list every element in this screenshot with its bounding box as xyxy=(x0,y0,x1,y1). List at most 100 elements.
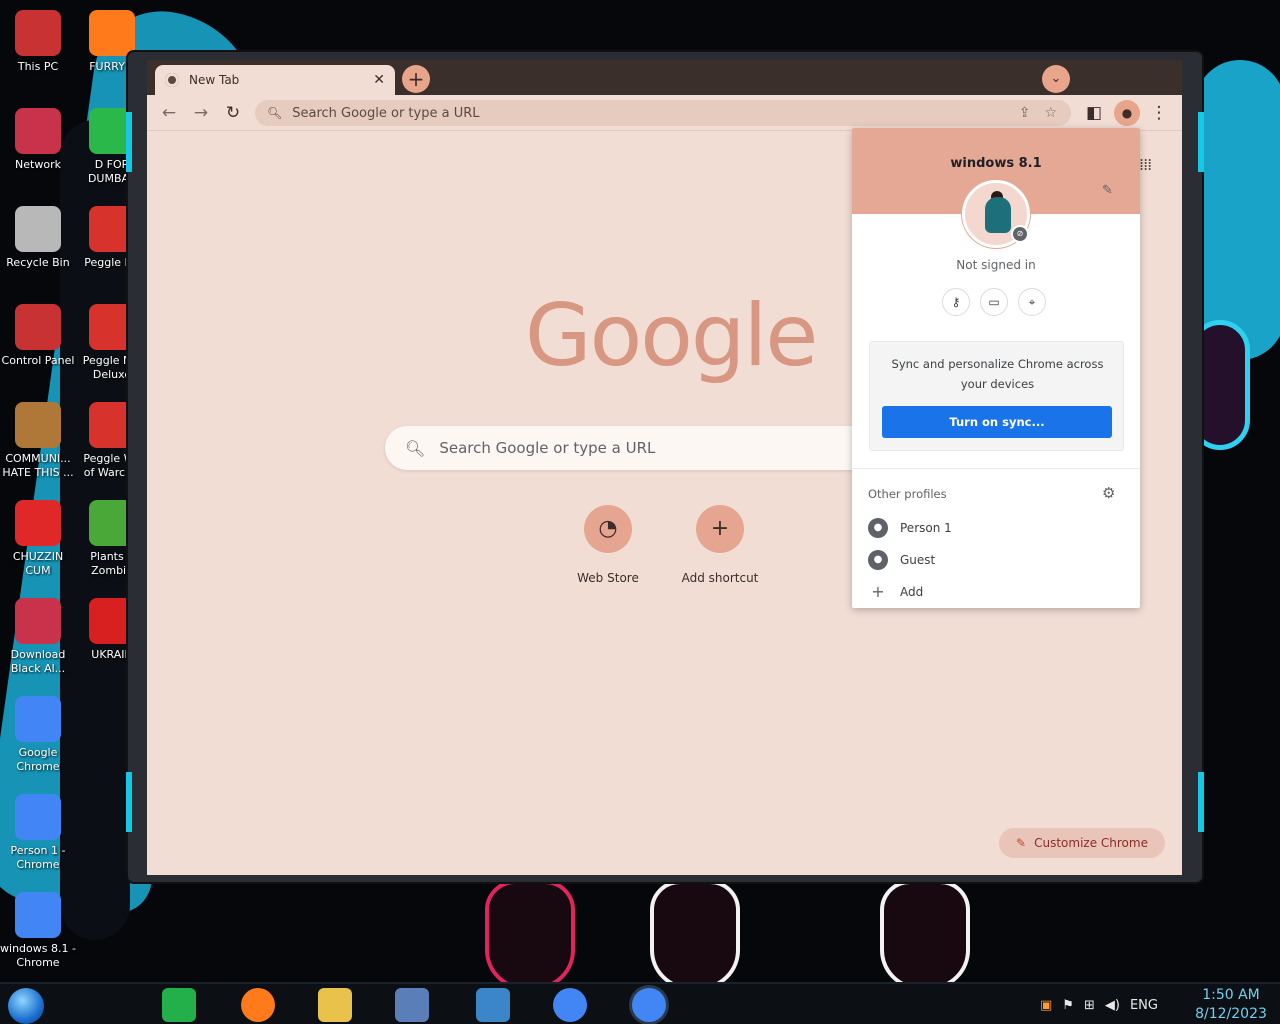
plus-icon: + xyxy=(871,582,885,601)
profile-menu: windows 8.1 ✎ ⊘ Not signed in ⚷ ▭ ⌖ Sync… xyxy=(852,128,1140,608)
taskbar-app-chrome-profile-icon[interactable] xyxy=(632,988,666,1022)
wallpaper-shape xyxy=(650,880,740,990)
frame-accent xyxy=(126,772,132,832)
edit-pencil-icon[interactable]: ✎ xyxy=(1102,183,1113,198)
gear-icon[interactable]: ⚙ xyxy=(1102,484,1115,502)
desktop-icon-label: Recycle Bin xyxy=(6,256,70,269)
taskbar-app-virtualbox-icon[interactable] xyxy=(395,988,429,1022)
desktop-icon-label: This PC xyxy=(17,60,59,73)
profile-item-person-1[interactable]: ● Person 1 xyxy=(868,518,952,538)
sign-in-status: Not signed in xyxy=(956,258,1036,272)
desktop-icon-label: COMMUNI... HATE THIS ... xyxy=(2,452,74,479)
back-arrow-icon[interactable]: ← xyxy=(157,101,181,125)
tab-title: New Tab xyxy=(189,73,240,87)
desktop-icon[interactable]: COMMUNI... HATE THIS ... xyxy=(0,402,76,480)
apps-grid-icon[interactable]: ⁞⁞⁞ xyxy=(1139,155,1152,174)
desktop-app-icon xyxy=(15,794,61,840)
taskbar-app-notes-icon[interactable] xyxy=(162,988,196,1022)
shortcut-label: Add shortcut xyxy=(681,571,759,585)
bookmark-star-icon[interactable]: ☆ xyxy=(1044,105,1057,121)
flag-icon[interactable]: ⚑ xyxy=(1062,998,1074,1013)
location-pin-icon[interactable]: ⌖ xyxy=(1018,288,1046,316)
tab-strip: New Tab ✕ + ⌄ xyxy=(147,60,1182,95)
shortcut-web-store[interactable]: ◔ Web Store xyxy=(558,505,658,586)
avatar-figure xyxy=(985,197,1011,233)
system-tray: ▣ ⚑ ⊞ ◀) ENG xyxy=(1040,990,1158,1020)
desktop-app-icon xyxy=(15,500,61,546)
shortcut-label: Web Store xyxy=(577,571,639,585)
desktop-icon-label: Google Chrome xyxy=(16,746,60,773)
desktop-app-icon xyxy=(15,696,61,742)
desktop-icon[interactable]: Person 1 - Chrome xyxy=(0,794,76,872)
clock-time: 1:50 AM xyxy=(1202,987,1260,1003)
profile-avatar-button[interactable]: ● xyxy=(1114,100,1140,126)
wallpaper-shape xyxy=(880,880,970,990)
frame-accent xyxy=(1198,772,1204,832)
toolbar: ← → ↻ 🔍︎ Search Google or type a URL ⇪ ☆… xyxy=(147,95,1182,131)
turn-on-sync-button[interactable]: Turn on sync... xyxy=(882,406,1112,438)
profile-item-label: Person 1 xyxy=(900,521,952,535)
start-button[interactable] xyxy=(8,988,44,1024)
address-bar[interactable]: 🔍︎ Search Google or type a URL ⇪ ☆ xyxy=(255,100,1071,126)
desktop-icon[interactable]: Control Panel xyxy=(0,304,76,368)
divider xyxy=(852,468,1140,469)
key-icon[interactable]: ⚷ xyxy=(942,288,970,316)
person-icon: ● xyxy=(868,518,888,538)
wallpaper-shape xyxy=(1195,60,1280,360)
taskbar-app-firefox-icon[interactable] xyxy=(241,988,275,1022)
sync-message: Sync and personalize Chrome across your … xyxy=(891,357,1104,391)
tab-close-icon[interactable]: ✕ xyxy=(373,72,385,88)
desktop-icon[interactable]: This PC xyxy=(0,10,76,74)
search-icon: 🔍︎ xyxy=(267,106,283,120)
notification-icon[interactable]: ▣ xyxy=(1040,998,1052,1013)
desktop-icon[interactable]: Recycle Bin xyxy=(0,206,76,270)
tab-search-button[interactable]: ⌄ xyxy=(1042,65,1070,93)
profile-item-label: Guest xyxy=(900,553,936,567)
credit-card-icon[interactable]: ▭ xyxy=(980,288,1008,316)
frame-accent xyxy=(126,112,132,172)
reload-icon[interactable]: ↻ xyxy=(221,101,245,125)
desktop-icon-label: CHUZZIN CUM xyxy=(12,550,64,577)
chrome-menu-icon[interactable]: ⋮ xyxy=(1147,101,1171,125)
desktop-icon[interactable]: CHUZZIN CUM xyxy=(0,500,76,578)
new-tab-button[interactable]: + xyxy=(402,65,430,93)
desktop-app-icon xyxy=(15,206,61,252)
network-icon[interactable]: ⊞ xyxy=(1084,998,1095,1013)
desktop-icon[interactable]: Google Chrome xyxy=(0,696,76,774)
tab-new-tab[interactable]: New Tab ✕ xyxy=(155,65,395,95)
side-panel-icon[interactable]: ◧ xyxy=(1082,101,1106,125)
desktop-icon[interactable]: Download Black Al... xyxy=(0,598,76,676)
desktop-icon-label: Download Black Al... xyxy=(10,648,66,675)
desktop-icon[interactable]: windows 8.1 - Chrome xyxy=(0,892,76,970)
profile-quick-actions: ⚷ ▭ ⌖ xyxy=(942,288,1046,316)
chrome-favicon-icon xyxy=(165,73,179,87)
share-icon[interactable]: ⇪ xyxy=(1019,105,1031,121)
google-logo: Google xyxy=(525,286,818,386)
pencil-icon: ✎ xyxy=(1016,836,1027,850)
shortcut-add[interactable]: + Add shortcut xyxy=(670,505,770,586)
taskbar-app-7zip-icon[interactable] xyxy=(476,988,510,1022)
desktop-app-icon xyxy=(89,10,135,56)
desktop-icon-label: Network xyxy=(15,158,61,171)
clock[interactable]: 1:50 AM 8/12/2023 xyxy=(1186,986,1276,1024)
language-indicator[interactable]: ENG xyxy=(1130,998,1158,1013)
desktop-icon-label: Person 1 - Chrome xyxy=(10,844,66,871)
clock-date: 8/12/2023 xyxy=(1195,1006,1267,1022)
taskbar-app-file-explorer-icon[interactable] xyxy=(318,988,352,1022)
taskbar: ▣ ⚑ ⊞ ◀) ENG 1:50 AM 8/12/2023 xyxy=(0,982,1280,1024)
volume-icon[interactable]: ◀) xyxy=(1105,998,1120,1013)
customize-label: Customize Chrome xyxy=(1034,836,1148,850)
web-store-icon: ◔ xyxy=(584,505,632,553)
profile-item-add[interactable]: + Add xyxy=(868,582,923,602)
forward-arrow-icon[interactable]: → xyxy=(189,101,213,125)
customize-chrome-button[interactable]: ✎ Customize Chrome xyxy=(999,828,1165,858)
taskbar-app-chrome-icon[interactable] xyxy=(553,988,587,1022)
profile-item-guest[interactable]: ● Guest xyxy=(868,550,935,570)
search-icon: 🔍︎ xyxy=(405,438,426,458)
desktop-app-icon xyxy=(15,598,61,644)
desktop-icon-label: windows 8.1 - Chrome xyxy=(0,942,76,969)
ntp-search-placeholder: Search Google or type a URL xyxy=(439,439,656,457)
desktop-icon[interactable]: Network xyxy=(0,108,76,172)
sync-promo: Sync and personalize Chrome across your … xyxy=(869,341,1124,451)
guest-icon: ● xyxy=(868,550,888,570)
